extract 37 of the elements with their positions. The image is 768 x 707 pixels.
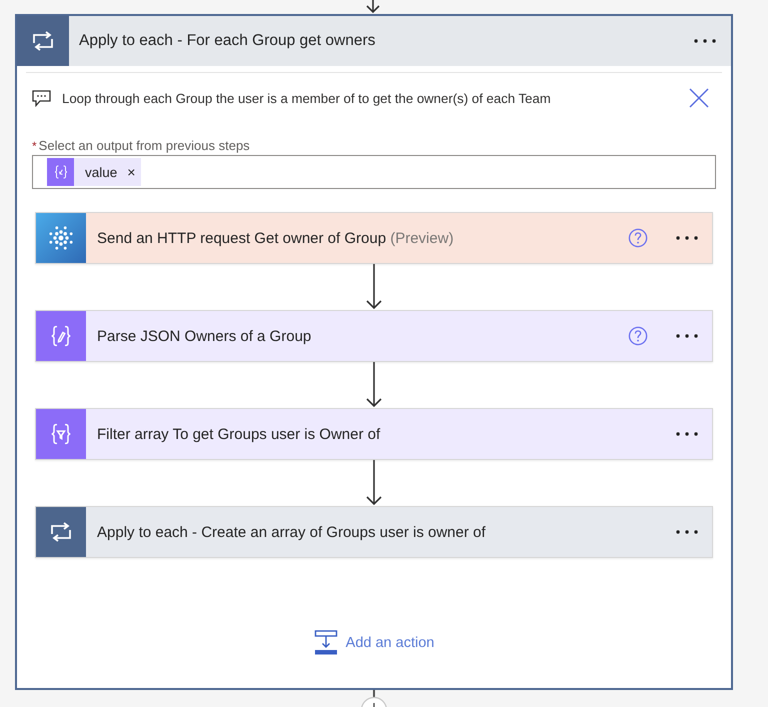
action-title: Send an HTTP request Get owner of Group (Preview) xyxy=(97,230,455,246)
token-label: value xyxy=(85,164,118,180)
action-title: Apply to each - Create an array of Groups user is owner of xyxy=(97,524,487,540)
action-title: Parse JSON Owners of a Group xyxy=(97,328,312,344)
connector-arrow xyxy=(364,362,384,408)
action-title: Filter array To get Groups user is Owner of xyxy=(97,426,382,442)
network-dots-icon xyxy=(36,213,86,263)
more-icon xyxy=(676,530,698,534)
output-field[interactable]: value × xyxy=(32,155,716,189)
connector-arrow xyxy=(364,460,384,506)
loop-arrows-icon xyxy=(36,507,86,557)
comment-icon xyxy=(32,90,51,106)
token-chip[interactable]: value × xyxy=(47,158,142,186)
add-action-button[interactable]: Add an action xyxy=(314,630,434,655)
loop-title: Apply to each - For each Group get owners xyxy=(79,32,376,50)
action-card[interactable]: Parse JSON Owners of a Group xyxy=(35,310,713,362)
action-card[interactable]: Send an HTTP request Get owner of Group (Preview) xyxy=(35,212,713,264)
required-mark: * xyxy=(32,139,37,153)
help-icon[interactable] xyxy=(628,326,648,346)
add-step-icon xyxy=(314,630,338,655)
close-icon xyxy=(689,88,709,108)
braces-funnel-icon xyxy=(36,409,86,459)
more-icon xyxy=(694,39,716,43)
help-icon[interactable] xyxy=(628,228,648,248)
more-icon xyxy=(676,334,698,338)
field-label: Select an output from previous steps xyxy=(38,138,250,153)
connector-arrow xyxy=(364,264,384,310)
connector-circle-icon[interactable] xyxy=(359,690,389,707)
braces-pencil-icon xyxy=(36,311,86,361)
action-card[interactable]: Filter array To get Groups user is Owner of xyxy=(35,408,713,460)
braces-icon xyxy=(47,158,74,186)
comment-text: Loop through each Group the user is a member of to get the owner(s) of each Team xyxy=(62,90,552,106)
more-icon xyxy=(676,236,698,240)
close-button[interactable] xyxy=(688,87,710,109)
action-card[interactable]: Apply to each - Create an array of Groups user is owner of xyxy=(35,506,713,558)
remove-token-button[interactable]: × xyxy=(121,165,142,179)
more-icon xyxy=(676,432,698,436)
